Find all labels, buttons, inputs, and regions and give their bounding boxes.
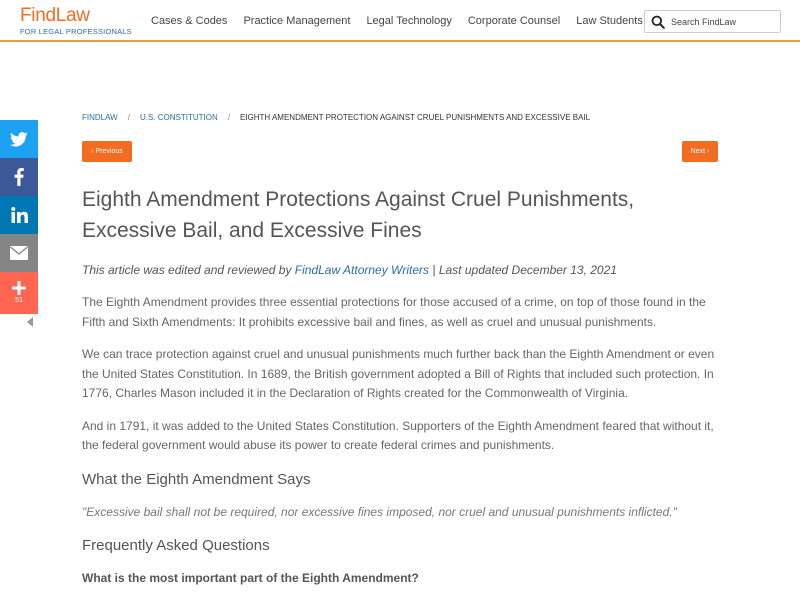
more-share-button[interactable]: 51 xyxy=(0,272,38,314)
nav-legal-technology[interactable]: Legal Technology xyxy=(358,15,459,27)
nav-cases-codes[interactable]: Cases & Codes xyxy=(143,15,235,27)
site-header: FindLaw FOR LEGAL PROFESSIONALS Cases & … xyxy=(0,0,800,42)
article-byline: This article was edited and reviewed by … xyxy=(82,262,722,278)
share-count: 51 xyxy=(15,297,23,304)
author-link[interactable]: FindLaw Attorney Writers xyxy=(295,263,429,277)
linkedin-icon xyxy=(10,207,28,223)
email-share-button[interactable] xyxy=(0,234,38,272)
article: Eighth Amendment Protections Against Cru… xyxy=(82,184,722,586)
breadcrumb-separator: / xyxy=(127,113,130,122)
article-paragraph: We can trace protection against cruel an… xyxy=(82,347,715,400)
main-nav: Cases & Codes Practice Management Legal … xyxy=(143,0,651,42)
findlaw-logo[interactable]: FindLaw FOR LEGAL PROFESSIONALS xyxy=(20,5,132,37)
breadcrumb: FINDLAW / U.S. CONSTITUTION / EIGHTH AME… xyxy=(82,113,590,122)
section-heading: What the Eighth Amendment Says xyxy=(82,470,311,488)
previous-button[interactable]: ‹ Previous xyxy=(82,141,132,162)
search-icon[interactable] xyxy=(645,11,671,32)
facebook-icon xyxy=(14,168,24,186)
breadcrumb-current: EIGHTH AMENDMENT PROTECTION AGAINST CRUE… xyxy=(239,113,591,122)
page-title: Eighth Amendment Protections Against Cru… xyxy=(82,188,635,242)
byline-prefix: This article was edited and reviewed by xyxy=(82,263,295,277)
faq-heading: Frequently Asked Questions xyxy=(82,536,270,554)
linkedin-share-button[interactable] xyxy=(0,196,38,234)
collapse-icon[interactable] xyxy=(26,317,34,327)
nav-law-students[interactable]: Law Students xyxy=(568,15,651,27)
breadcrumb-us-constitution[interactable]: U.S. CONSTITUTION xyxy=(140,113,218,122)
byline-date: | Last updated December 13, 2021 xyxy=(429,263,617,277)
plus-icon xyxy=(12,281,26,295)
faq-question: What is the most important part of the E… xyxy=(82,570,419,585)
logo-text: FindLaw xyxy=(20,5,90,26)
logo-subtitle: FOR LEGAL PROFESSIONALS xyxy=(20,27,132,36)
amendment-quote: "Excessive bail shall not be required, n… xyxy=(82,504,677,519)
breadcrumb-findlaw[interactable]: FINDLAW xyxy=(82,113,118,122)
search-box xyxy=(644,10,781,33)
breadcrumb-separator: / xyxy=(227,113,230,122)
email-icon xyxy=(10,246,28,260)
nav-corporate-counsel[interactable]: Corporate Counsel xyxy=(460,15,568,27)
twitter-icon xyxy=(10,131,28,146)
article-paragraph: The Eighth Amendment provides three esse… xyxy=(82,295,706,329)
twitter-share-button[interactable] xyxy=(0,120,38,158)
nav-practice-management[interactable]: Practice Management xyxy=(235,15,358,27)
social-share-bar: 51 xyxy=(0,120,38,327)
facebook-share-button[interactable] xyxy=(0,158,38,196)
search-input[interactable] xyxy=(671,16,776,27)
article-paragraph: And in 1791, it was added to the United … xyxy=(82,418,714,453)
next-button[interactable]: Next › xyxy=(682,141,718,162)
